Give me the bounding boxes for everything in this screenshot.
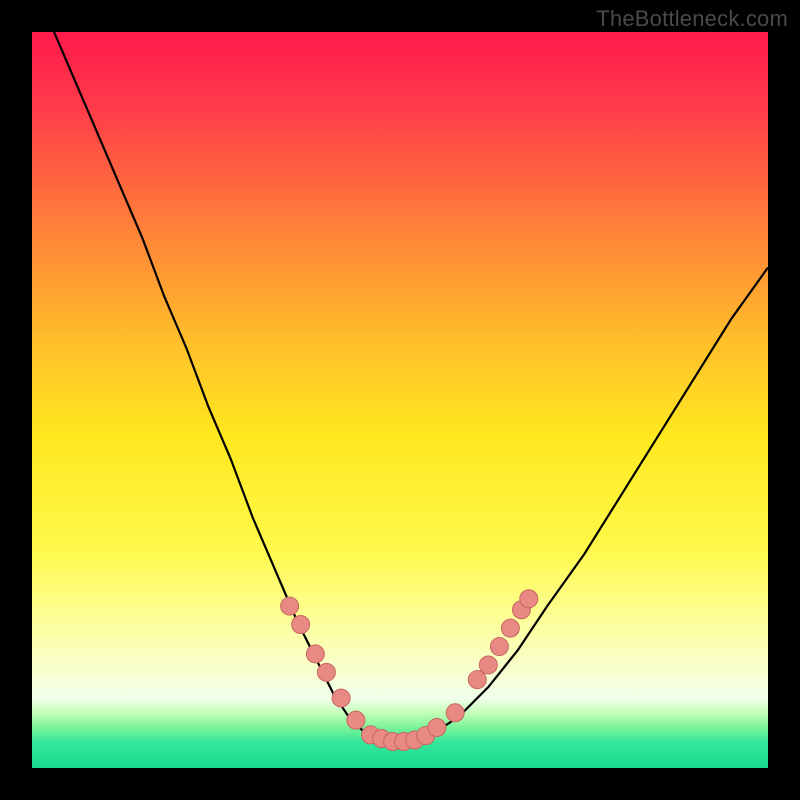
curve-marker bbox=[281, 597, 299, 615]
chart-frame: TheBottleneck.com bbox=[0, 0, 800, 800]
curve-marker bbox=[292, 615, 310, 633]
curve-marker bbox=[501, 619, 519, 637]
curve-marker bbox=[428, 719, 446, 737]
watermark-text: TheBottleneck.com bbox=[596, 6, 788, 32]
curve-marker bbox=[479, 656, 497, 674]
marker-group bbox=[281, 590, 538, 751]
curve-marker bbox=[520, 590, 538, 608]
curve-marker bbox=[468, 671, 486, 689]
curve-marker bbox=[490, 638, 508, 656]
curve-marker bbox=[446, 704, 464, 722]
curve-marker bbox=[306, 645, 324, 663]
curve-marker bbox=[317, 663, 335, 681]
curve-layer bbox=[32, 32, 768, 768]
bottleneck-curve bbox=[32, 32, 768, 742]
curve-marker bbox=[347, 711, 365, 729]
plot-area bbox=[32, 32, 768, 768]
curve-marker bbox=[332, 689, 350, 707]
